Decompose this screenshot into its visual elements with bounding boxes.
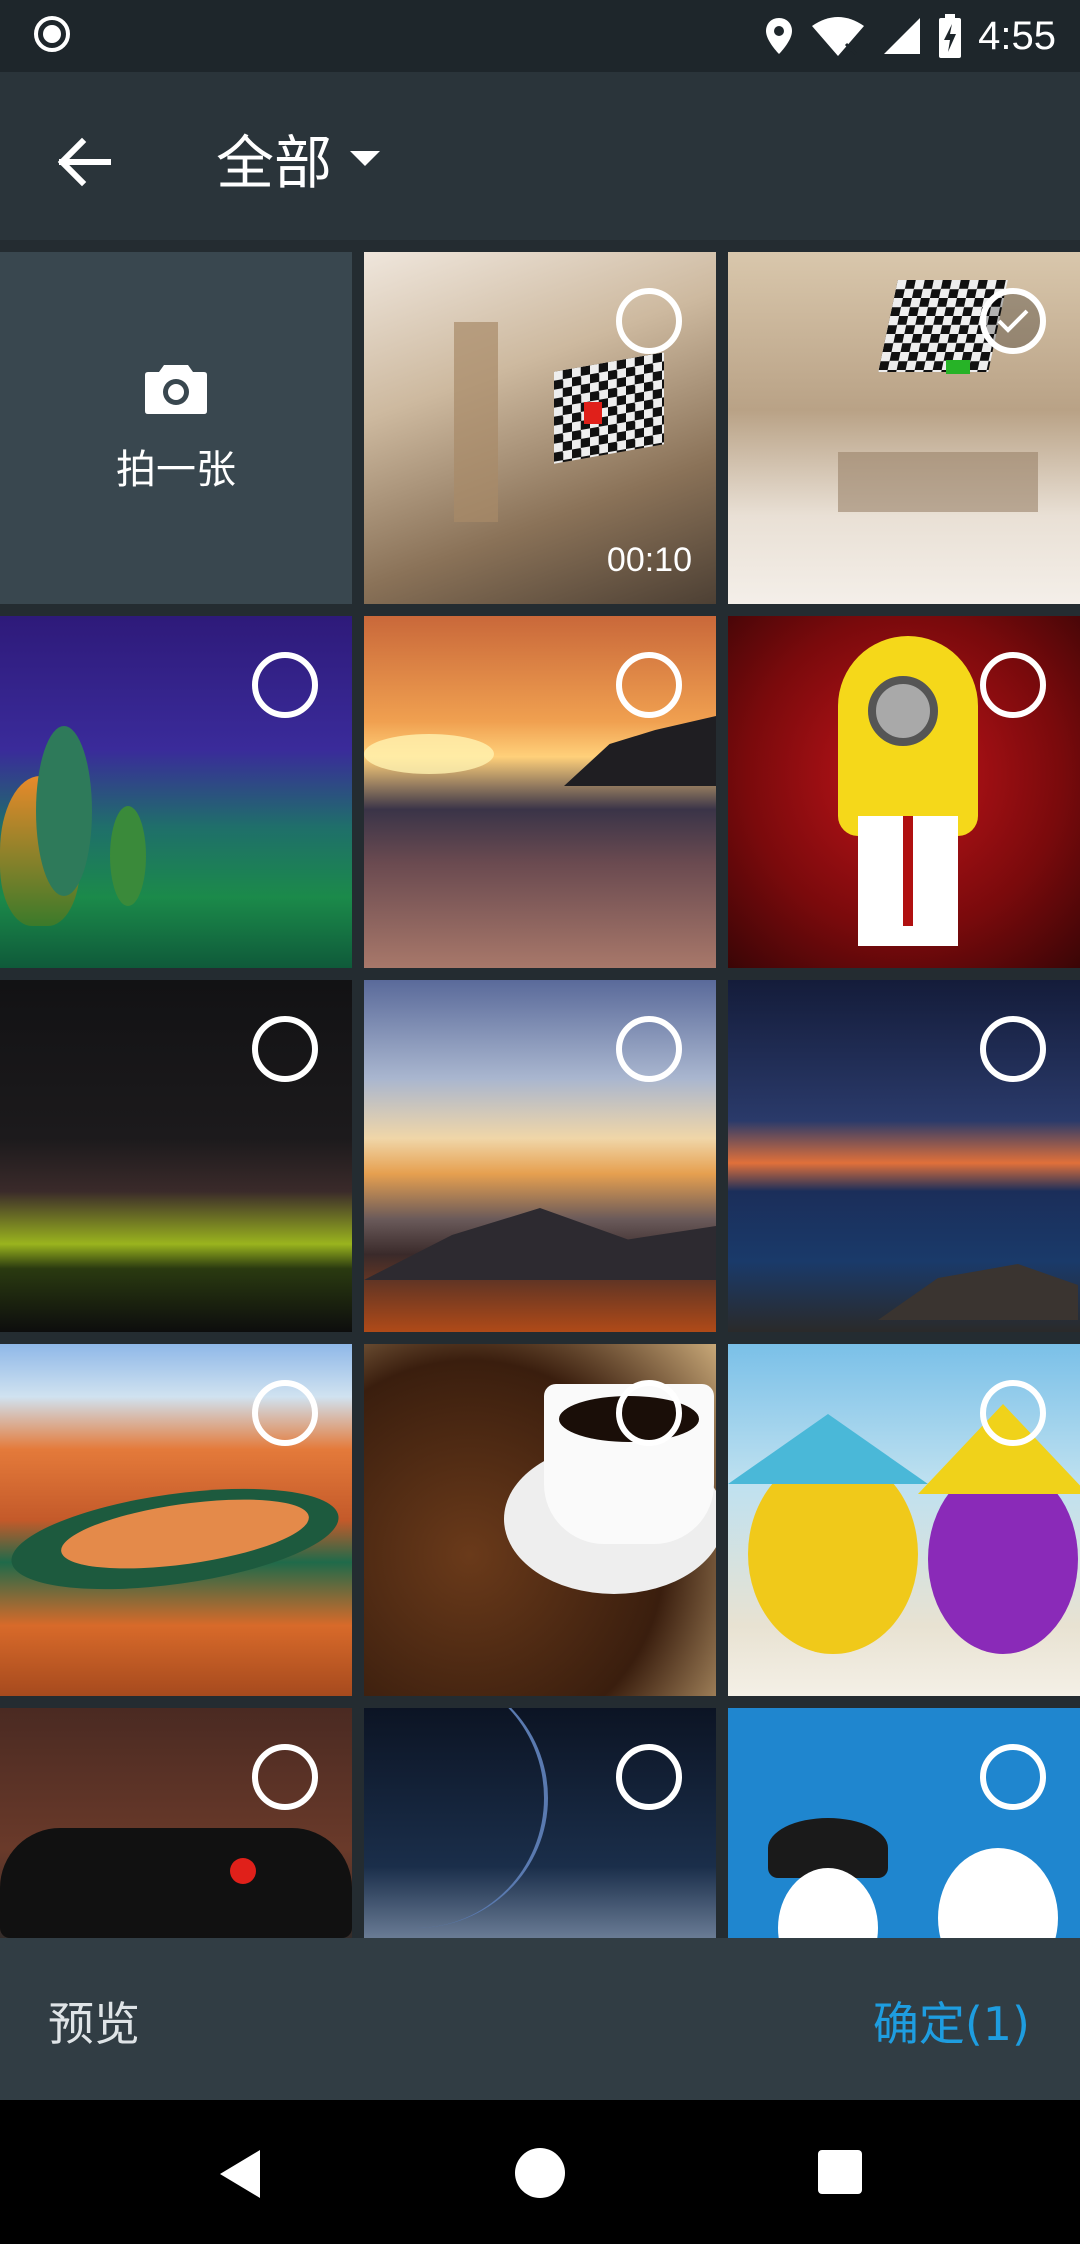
top-app-bar: 全部 <box>0 72 1080 240</box>
take-photo-label: 拍一张 <box>116 447 236 493</box>
dropdown-caret-icon <box>350 150 381 166</box>
media-thumbnail-video[interactable]: 00:10 <box>364 252 716 604</box>
record-indicator-icon <box>34 16 70 52</box>
select-toggle[interactable] <box>616 652 682 718</box>
wifi-icon <box>812 17 865 56</box>
take-photo-tile[interactable]: 拍一张 <box>0 252 352 604</box>
select-toggle[interactable] <box>616 288 682 354</box>
select-toggle[interactable] <box>980 1744 1046 1810</box>
select-toggle[interactable] <box>252 1016 318 1082</box>
status-bar: 4:55 <box>0 0 1080 72</box>
select-toggle[interactable] <box>980 1016 1046 1082</box>
media-thumbnail[interactable] <box>364 1344 716 1696</box>
media-thumbnail[interactable] <box>364 1708 716 1938</box>
nav-recents-icon[interactable] <box>818 2150 862 2194</box>
media-thumbnail[interactable] <box>0 1344 352 1696</box>
media-thumbnail[interactable] <box>728 1708 1080 1938</box>
select-toggle-checked[interactable] <box>980 288 1046 354</box>
media-thumbnail[interactable] <box>728 1344 1080 1696</box>
album-selector[interactable]: 全部 <box>216 118 381 198</box>
select-toggle[interactable] <box>616 1016 682 1082</box>
bottom-action-bar: 预览 确定(1) <box>0 1938 1080 2100</box>
media-thumbnail[interactable] <box>0 616 352 968</box>
camera-icon <box>145 365 207 414</box>
clock: 4:55 <box>978 13 1056 58</box>
check-icon <box>997 309 1029 333</box>
media-grid: 拍一张 00:10 <box>0 252 1080 1938</box>
media-thumbnail[interactable] <box>0 980 352 1332</box>
media-thumbnail[interactable] <box>728 616 1080 968</box>
select-toggle[interactable] <box>616 1380 682 1446</box>
nav-home-icon[interactable] <box>515 2148 565 2198</box>
video-duration: 00:10 <box>606 541 692 579</box>
select-toggle[interactable] <box>980 652 1046 718</box>
battery-charging-icon <box>939 14 962 58</box>
nav-back-icon[interactable] <box>216 2148 264 2200</box>
system-nav-bar <box>0 2100 1080 2244</box>
select-toggle[interactable] <box>252 1744 318 1810</box>
media-thumbnail[interactable] <box>364 616 716 968</box>
confirm-button[interactable]: 确定(1) <box>873 1988 1030 2054</box>
signal-icon <box>884 18 921 54</box>
media-thumbnail[interactable] <box>0 1708 352 1938</box>
media-thumbnail[interactable] <box>364 980 716 1332</box>
location-icon <box>766 18 793 54</box>
media-thumbnail[interactable] <box>728 252 1080 604</box>
select-toggle[interactable] <box>616 1744 682 1810</box>
media-thumbnail[interactable] <box>728 980 1080 1332</box>
back-button[interactable] <box>44 122 124 202</box>
album-title: 全部 <box>216 129 333 197</box>
select-toggle[interactable] <box>252 1380 318 1446</box>
preview-button[interactable]: 预览 <box>48 1988 140 2054</box>
select-toggle[interactable] <box>252 652 318 718</box>
select-toggle[interactable] <box>980 1380 1046 1446</box>
arrow-left-icon <box>57 137 111 187</box>
